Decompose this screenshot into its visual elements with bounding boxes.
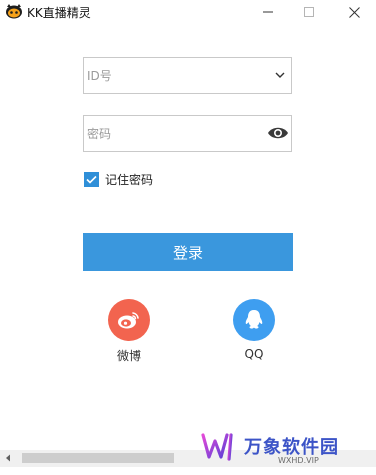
remember-password[interactable]: 记住密码 bbox=[84, 171, 153, 188]
app-icon bbox=[6, 4, 22, 19]
title-bar: KK直播精灵 bbox=[0, 0, 376, 24]
weibo-icon bbox=[118, 312, 139, 329]
maximize-button[interactable] bbox=[287, 0, 331, 24]
minimize-icon bbox=[263, 11, 273, 13]
qq-icon bbox=[245, 310, 263, 329]
watermark-logo-icon bbox=[201, 433, 233, 461]
close-icon bbox=[348, 6, 360, 18]
scroll-left-icon[interactable] bbox=[4, 454, 12, 462]
weibo-login[interactable]: 微博 bbox=[99, 299, 159, 364]
check-icon bbox=[86, 175, 97, 184]
watermark: 万象软件园 WXHD.VIP bbox=[201, 431, 371, 469]
scrollbar-thumb[interactable] bbox=[22, 453, 174, 463]
minimize-button[interactable] bbox=[246, 0, 290, 24]
id-input[interactable] bbox=[87, 67, 257, 85]
qq-label: QQ bbox=[244, 347, 264, 361]
remember-checkbox[interactable] bbox=[84, 172, 99, 187]
qq-button[interactable] bbox=[233, 299, 275, 341]
password-field[interactable] bbox=[83, 115, 292, 152]
login-button[interactable]: 登录 bbox=[83, 233, 293, 271]
password-input[interactable] bbox=[87, 125, 257, 143]
eye-icon[interactable] bbox=[267, 124, 289, 142]
maximize-icon bbox=[304, 7, 314, 17]
window-title: KK直播精灵 bbox=[27, 6, 91, 20]
weibo-button[interactable] bbox=[108, 299, 150, 341]
close-button[interactable] bbox=[332, 0, 376, 24]
weibo-label: 微博 bbox=[116, 349, 141, 363]
id-field[interactable] bbox=[83, 57, 292, 94]
qq-login[interactable]: QQ bbox=[224, 299, 284, 361]
chevron-down-icon[interactable] bbox=[275, 71, 285, 79]
watermark-url: WXHD.VIP bbox=[278, 456, 319, 465]
remember-label: 记住密码 bbox=[105, 173, 154, 187]
